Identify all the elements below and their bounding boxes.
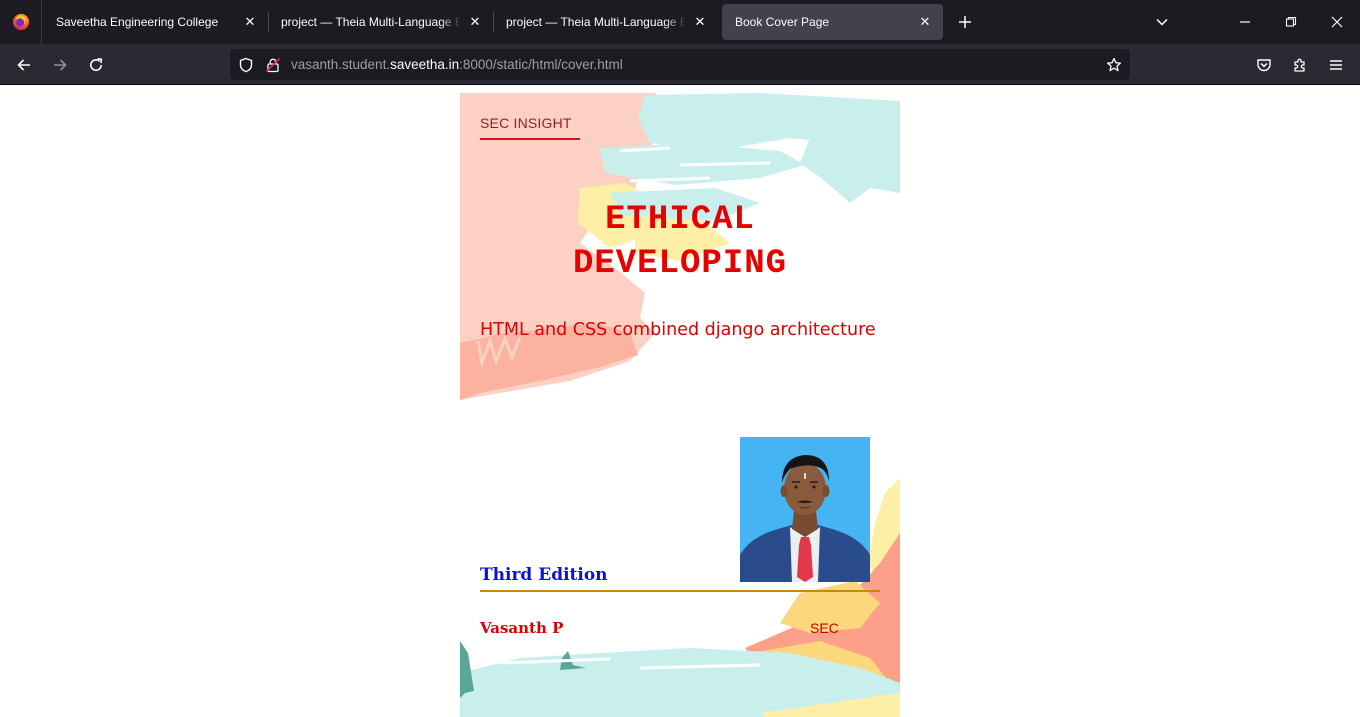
book-cover: SEC INSIGHT ETHICAL DEVELOPING HTML and … (460, 93, 900, 717)
restore-button[interactable] (1268, 0, 1314, 44)
back-button[interactable] (11, 52, 37, 78)
url-host: saveetha.in (390, 57, 460, 72)
url-prefix: vasanth.student. (291, 57, 391, 72)
minimize-icon (1240, 21, 1250, 23)
restore-icon (1285, 16, 1297, 27)
edition-divider (480, 590, 880, 592)
title-line-2: DEVELOPING (572, 245, 788, 283)
app-menu-button[interactable] (1323, 52, 1349, 78)
close-icon (1331, 16, 1343, 28)
navigation-toolbar: vasanth.student.saveetha.in:8000/static/… (0, 44, 1360, 85)
pocket-button[interactable] (1251, 52, 1277, 78)
puzzle-piece-icon (1294, 58, 1305, 72)
edition-label: Third Edition (480, 565, 608, 585)
chevron-down-icon (1156, 18, 1168, 26)
close-window-button[interactable] (1314, 0, 1360, 44)
bookmark-star-icon[interactable] (1106, 57, 1122, 73)
new-tab-button[interactable] (953, 10, 977, 34)
plus-icon (959, 16, 971, 28)
forward-button[interactable] (47, 52, 73, 78)
url-text[interactable]: vasanth.student.saveetha.in:8000/static/… (291, 57, 623, 72)
author-portrait-image (740, 437, 870, 582)
arrow-right-icon (54, 59, 67, 71)
tab-project-1[interactable]: project — Theia Multi-Language Exa ✕ (268, 4, 493, 40)
firefox-logo-icon (12, 13, 29, 31)
close-tab-icon[interactable]: ✕ (242, 14, 258, 30)
url-suffix: :8000/static/html/cover.html (459, 57, 623, 72)
tab-bar: Saveetha Engineering College ✕ project —… (0, 0, 1360, 44)
tab-label: Saveetha Engineering College (56, 15, 219, 29)
extensions-button[interactable] (1287, 52, 1313, 78)
series-label: SEC INSIGHT (480, 115, 572, 131)
shield-icon[interactable] (238, 57, 254, 73)
tab-saveetha[interactable]: Saveetha Engineering College ✕ (43, 4, 268, 40)
insecure-lock-icon[interactable] (265, 57, 281, 73)
series-underline (480, 138, 580, 140)
page-viewport: SEC INSIGHT ETHICAL DEVELOPING HTML and … (0, 85, 1360, 717)
author-photo (740, 437, 870, 582)
firefox-menu-button[interactable] (0, 0, 42, 44)
title-line-1: ETHICAL (605, 201, 755, 239)
list-all-tabs-button[interactable] (1148, 0, 1176, 44)
reload-button[interactable] (83, 52, 109, 78)
reload-icon (90, 58, 103, 72)
hamburger-menu-icon (1330, 60, 1342, 70)
close-tab-icon[interactable]: ✕ (467, 14, 483, 30)
tab-label: project — Theia Multi-Language Exa (281, 15, 461, 29)
tab-label: Book Cover Page (735, 15, 830, 29)
close-tab-icon[interactable]: ✕ (692, 14, 708, 30)
tab-book-cover[interactable]: Book Cover Page ✕ (722, 4, 943, 40)
book-subtitle: HTML and CSS combined django architectur… (480, 320, 876, 340)
arrow-left-icon (17, 59, 30, 71)
minimize-button[interactable] (1222, 0, 1268, 44)
pocket-icon (1257, 59, 1271, 72)
publisher-name: SEC (810, 620, 839, 636)
close-tab-icon[interactable]: ✕ (917, 14, 933, 30)
author-name: Vasanth P (480, 619, 564, 637)
tab-project-2[interactable]: project — Theia Multi-Language Exa ✕ (493, 4, 718, 40)
url-bar[interactable]: vasanth.student.saveetha.in:8000/static/… (230, 49, 1130, 80)
tab-label: project — Theia Multi-Language Exa (506, 15, 686, 29)
book-title: ETHICAL DEVELOPING (460, 198, 900, 286)
